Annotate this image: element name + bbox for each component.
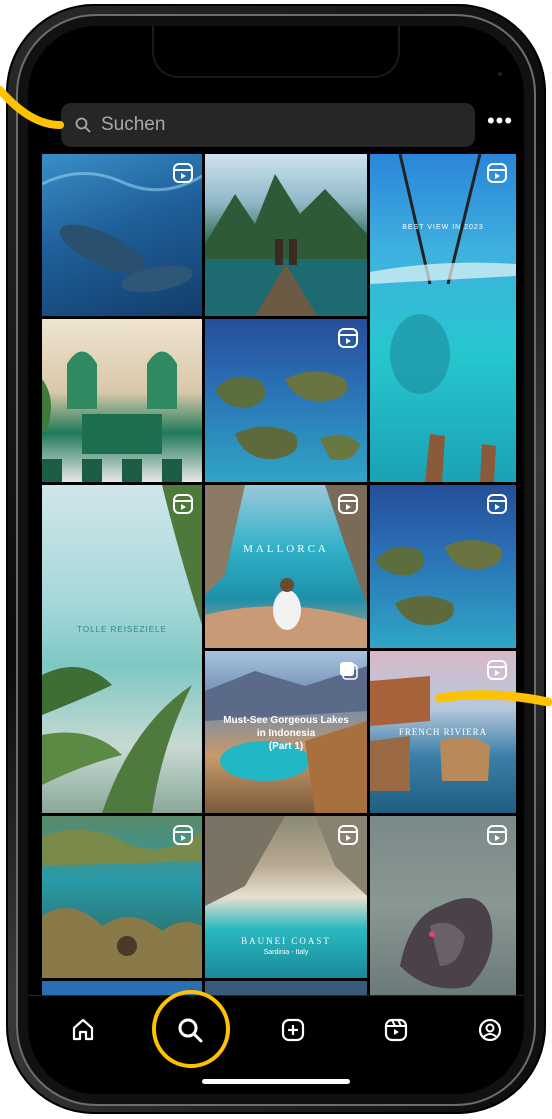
reel-icon [487, 825, 507, 845]
grid-tile-indonesia-lakes[interactable]: Must-See Gorgeous Lakes in Indonesia (Pa… [205, 651, 367, 813]
nav-home[interactable] [61, 1008, 105, 1052]
search-bar[interactable]: Suchen [61, 103, 475, 147]
explore-grid: BEST VIEW IN 2023 TOLLE REISEZIELE MALLO… [42, 154, 516, 996]
grid-tile-tropical-beach[interactable]: TOLLE REISEZIELE [42, 485, 202, 813]
more-options-button[interactable]: ••• [486, 110, 514, 136]
nav-profile[interactable] [468, 1008, 512, 1052]
search-icon [73, 115, 93, 135]
bottom-nav [28, 995, 524, 1094]
tile-caption-line-2: in Indonesia [256, 728, 316, 739]
tile-caption-line-3: (Part 1) [268, 741, 304, 752]
phone-screen: Suchen ••• BEST VIEW IN 2023 TOLLE REISE… [28, 26, 524, 1094]
tile-caption-line-1: Must-See Gorgeous Lakes [223, 715, 349, 726]
grid-tile-islands-aerial-2[interactable] [370, 485, 516, 648]
annotation-arrow-right [435, 690, 552, 707]
grid-tile-parasailing[interactable]: BEST VIEW IN 2023 [370, 154, 516, 482]
tile-caption: BEST VIEW IN 2023 [402, 224, 484, 231]
tile-caption: BAUNEI COAST [241, 936, 331, 946]
reels-icon [384, 1018, 408, 1042]
notch [152, 26, 400, 78]
carousel-icon [340, 662, 358, 680]
reel-icon [487, 494, 507, 514]
grid-tile-baunei-coast[interactable]: BAUNEI COAST Sardinia - Italy [205, 816, 367, 978]
reel-icon [173, 163, 193, 183]
search-placeholder: Suchen [101, 114, 166, 135]
nav-create[interactable] [271, 1008, 315, 1052]
add-post-icon [281, 1018, 305, 1042]
home-indicator [202, 1079, 350, 1084]
tile-caption: TOLLE REISEZIELE [77, 625, 167, 634]
reel-icon [487, 660, 507, 680]
home-icon [72, 1018, 94, 1041]
reel-icon [173, 825, 193, 845]
grid-tile-islands-aerial-1[interactable] [205, 319, 367, 482]
reel-icon [338, 494, 358, 514]
tile-caption: MALLORCA [243, 543, 329, 555]
tile-caption: FRENCH RIVIERA [398, 727, 488, 737]
grid-tile-riad-courtyard[interactable] [42, 319, 202, 482]
grid-tile-coral-reef[interactable] [42, 816, 202, 978]
grid-tile-whale-sharks[interactable] [42, 154, 202, 316]
grid-tile-boat-cliffs[interactable] [205, 154, 367, 316]
nav-reels[interactable] [374, 1008, 418, 1052]
camera-dot [498, 72, 502, 76]
grid-tile-partial-2[interactable] [205, 981, 367, 996]
grid-tile-sea-rock[interactable] [370, 816, 516, 996]
tile-caption-sub: Sardinia - Italy [263, 949, 309, 956]
reel-icon [487, 163, 507, 183]
grid-tile-french-riviera[interactable]: FRENCH RIVIERA [370, 651, 516, 813]
reel-icon [173, 494, 193, 514]
profile-icon [478, 1018, 502, 1042]
reel-icon [338, 825, 358, 845]
annotation-arrow-left [0, 86, 64, 129]
search-highlight-circle [152, 990, 230, 1068]
grid-tile-mallorca[interactable]: MALLORCA [205, 485, 367, 648]
reel-icon [338, 328, 358, 348]
